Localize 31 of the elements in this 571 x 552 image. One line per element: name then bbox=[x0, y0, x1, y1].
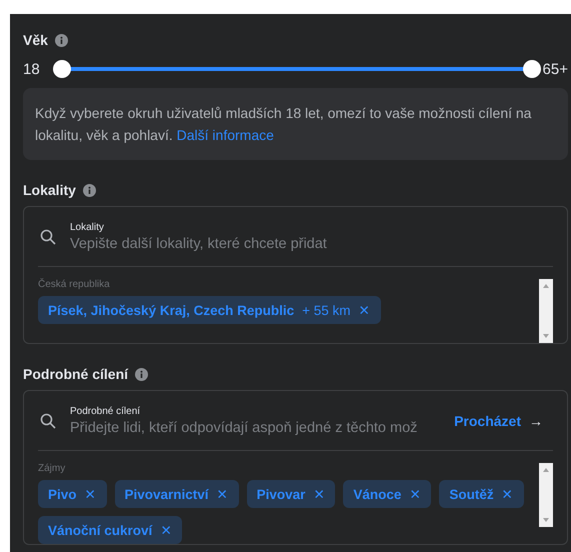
browse-button[interactable]: Procházet → bbox=[434, 412, 553, 428]
interest-tag[interactable]: Vánoční cukroví ✕ bbox=[38, 516, 182, 544]
field-label: Podrobné cílení bbox=[70, 406, 142, 416]
slider-thumb[interactable] bbox=[522, 60, 541, 78]
interest-tag[interactable]: Pivovar ✕ bbox=[246, 480, 336, 508]
section-title: Věk bbox=[23, 32, 48, 48]
interest-tag[interactable]: Pivovarnictví ✕ bbox=[114, 480, 239, 508]
interest-tag[interactable]: Soutěž ✕ bbox=[439, 480, 524, 508]
info-icon[interactable] bbox=[54, 34, 68, 46]
max-age-label: 65+ bbox=[542, 60, 568, 78]
scrollbar[interactable] bbox=[539, 463, 553, 527]
min-age-label: 18 bbox=[23, 60, 41, 78]
search-field[interactable]: Vepište další lokality, které chcete přidat bbox=[70, 232, 553, 252]
search-icon bbox=[40, 412, 56, 428]
more-info-link[interactable]: Další informace bbox=[176, 127, 274, 143]
interest-tag[interactable]: Vánoce ✕ bbox=[343, 480, 432, 508]
location-tag[interactable]: Písek, Jihočeský Kraj, Czech Republic + 55 km ✕ bbox=[38, 296, 381, 324]
notice-text: Když vyberete okruh uživatelů mladších 18 let, omezí to vaše možnosti cílení na lokalitu, věk a pohlaví. Další informace bbox=[23, 88, 568, 160]
search-icon bbox=[40, 228, 56, 244]
slider-thumb[interactable] bbox=[53, 60, 71, 78]
group-label: Česká republika bbox=[38, 279, 111, 290]
info-icon[interactable] bbox=[135, 368, 148, 380]
section-title: Podrobné cílení bbox=[23, 366, 128, 382]
group-label: Zájmy bbox=[38, 463, 66, 474]
scrollbar[interactable] bbox=[539, 279, 553, 343]
search-field[interactable]: Přidejte lidi, kteří odpovídají aspoň jedné z těchto mož bbox=[70, 416, 434, 436]
info-icon[interactable] bbox=[82, 184, 96, 196]
interest-tag[interactable]: Pivo ✕ bbox=[38, 480, 107, 508]
age-slider[interactable] bbox=[53, 60, 541, 78]
section-title: Lokality bbox=[23, 182, 76, 198]
field-label: Lokality bbox=[70, 222, 105, 232]
